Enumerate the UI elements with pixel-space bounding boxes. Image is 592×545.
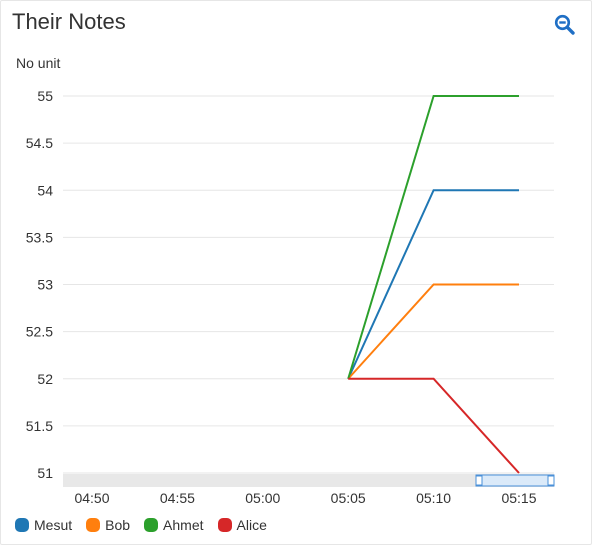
y-tick-label: 52.5 xyxy=(26,324,53,340)
x-tick-label: 05:00 xyxy=(245,490,280,506)
legend-item-bob[interactable]: Bob xyxy=(86,517,130,533)
legend-swatch xyxy=(144,518,159,532)
x-tick-label: 05:15 xyxy=(501,490,536,506)
legend-label: Mesut xyxy=(34,517,73,533)
x-tick-label: 04:50 xyxy=(74,490,109,506)
zoom-scrollbar-thumb[interactable] xyxy=(475,474,555,487)
y-tick-label: 51 xyxy=(37,465,53,481)
legend-label: Bob xyxy=(105,517,131,533)
y-tick-label: 52 xyxy=(37,371,53,387)
y-tick-label: 51.5 xyxy=(26,418,53,434)
legend-item-alice[interactable]: Alice xyxy=(217,517,267,533)
y-tick-label: 55 xyxy=(37,88,53,104)
zoom-handle-right[interactable] xyxy=(547,475,555,486)
chart-panel: Their Notes No unit 51 51.5 52 52.5 53 53.5 54… xyxy=(0,0,592,545)
zoom-handle-left[interactable] xyxy=(475,475,483,486)
y-tick-label: 54.5 xyxy=(26,135,53,151)
y-tick-label: 53 xyxy=(37,277,53,293)
legend-item-mesut[interactable]: Mesut xyxy=(15,517,72,533)
legend-swatch xyxy=(217,518,232,532)
legend-swatch xyxy=(15,518,29,532)
y-tick-label: 54 xyxy=(37,182,53,198)
legend-item-ahmet[interactable]: Ahmet xyxy=(144,517,204,533)
x-tick-label: 04:55 xyxy=(160,490,195,506)
x-tick-label: 05:10 xyxy=(416,490,451,506)
legend-label: Alice xyxy=(236,517,267,533)
x-axis-ticks: 04:50 04:55 05:00 05:05 05:10 05:15 xyxy=(74,490,536,506)
legend-swatch xyxy=(86,518,101,532)
y-tick-label: 53.5 xyxy=(26,229,53,245)
y-axis-ticks: 51 51.5 52 52.5 53 53.5 54 54.5 55 xyxy=(26,88,53,481)
x-tick-label: 05:05 xyxy=(331,490,366,506)
line-chart: 51 51.5 52 52.5 53 53.5 54 54.5 55 04:50 04:55 05:… xyxy=(26,88,555,506)
legend: Mesut Bob Ahmet Alice xyxy=(15,517,281,533)
legend-label: Ahmet xyxy=(163,517,204,533)
